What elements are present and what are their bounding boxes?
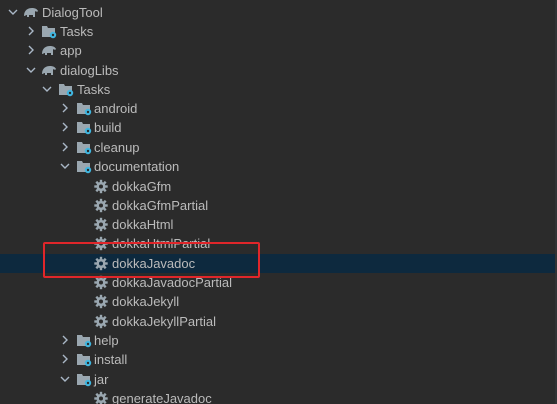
tree-row-dialoglibs[interactable]: dialogLibs <box>0 61 557 80</box>
tree-row-help[interactable]: help <box>0 331 557 350</box>
tree-row-label: dokkaJekyllPartial <box>112 314 217 329</box>
tasks-folder-icon <box>58 82 74 97</box>
tasks-folder-icon <box>41 24 57 39</box>
chevron-down-icon[interactable] <box>58 372 72 386</box>
chevron-right-icon[interactable] <box>58 140 72 154</box>
tree-row-jar[interactable]: jar <box>0 370 557 389</box>
tree-row-label: generateJavadoc <box>112 391 212 404</box>
tree-row-task-dokkahtmlpartial[interactable]: dokkaHtmlPartial <box>0 234 557 253</box>
tree-row-task-dokkajavadocpartial[interactable]: dokkaJavadocPartial <box>0 273 557 292</box>
tree-row-tasks[interactable]: Tasks <box>0 22 557 41</box>
gear-icon <box>93 294 109 309</box>
chevron-down-icon[interactable] <box>6 5 20 19</box>
tasks-folder-icon <box>76 352 92 367</box>
tree-row-label: jar <box>94 372 109 387</box>
chevron-right-icon[interactable] <box>58 352 72 366</box>
tree-row-label: dokkaJavadoc <box>112 256 196 271</box>
chevron-right-icon[interactable] <box>58 101 72 115</box>
tree-row-label: Tasks <box>77 82 111 97</box>
gear-icon <box>93 314 109 329</box>
tree-row-task-dokkajekyllpartial[interactable]: dokkaJekyllPartial <box>0 312 557 331</box>
tree-row-label: Tasks <box>60 24 94 39</box>
elephant-icon <box>23 5 39 20</box>
gear-icon <box>93 236 109 251</box>
tree-row-label: dokkaGfm <box>112 179 172 194</box>
tasks-folder-icon <box>76 372 92 387</box>
tree-row-documentation[interactable]: documentation <box>0 157 557 176</box>
gear-icon <box>93 198 109 213</box>
tree-row-label: dokkaJavadocPartial <box>112 275 232 290</box>
gradle-tasks-tree: DialogTool Tasks app dialogLibs Tasks an… <box>0 0 557 404</box>
elephant-icon <box>41 63 57 78</box>
tree-row-label: dokkaJekyll <box>112 294 180 309</box>
tree-row-label: install <box>94 352 128 367</box>
tree-row-android[interactable]: android <box>0 99 557 118</box>
tree-row-label: help <box>94 333 119 348</box>
tasks-folder-icon <box>76 120 92 135</box>
tasks-folder-icon <box>76 333 92 348</box>
gear-icon <box>93 179 109 194</box>
gear-icon <box>93 217 109 232</box>
chevron-down-icon[interactable] <box>40 82 54 96</box>
tree-row-label: documentation <box>94 159 180 174</box>
tree-row-cleanup[interactable]: cleanup <box>0 138 557 157</box>
chevron-down-icon[interactable] <box>24 63 38 77</box>
tasks-folder-icon <box>76 159 92 174</box>
tree-row-label: dokkaGfmPartial <box>112 198 209 213</box>
tree-row-task-dokkajavadoc[interactable]: dokkaJavadoc <box>0 254 557 273</box>
tree-row-label: DialogTool <box>42 5 103 20</box>
tree-row-task-generatejavadoc[interactable]: generateJavadoc <box>0 389 557 404</box>
tree-row-dialoglibs-tasks[interactable]: Tasks <box>0 80 557 99</box>
chevron-right-icon[interactable] <box>58 120 72 134</box>
tree-row-task-dokkagfmpartial[interactable]: dokkaGfmPartial <box>0 196 557 215</box>
tree-row-task-dokkahtml[interactable]: dokkaHtml <box>0 215 557 234</box>
tasks-folder-icon <box>76 140 92 155</box>
tree-row-label: dokkaHtmlPartial <box>112 236 211 251</box>
chevron-right-icon[interactable] <box>24 43 38 57</box>
tree-row-label: app <box>60 43 82 58</box>
tree-row-label: build <box>94 120 122 135</box>
tree-row-install[interactable]: install <box>0 350 557 369</box>
tree-row-build[interactable]: build <box>0 118 557 137</box>
tasks-folder-icon <box>76 101 92 116</box>
chevron-right-icon[interactable] <box>58 333 72 347</box>
tree-row-label: dokkaHtml <box>112 217 174 232</box>
gear-icon <box>93 391 109 404</box>
tree-row-label: dialogLibs <box>60 63 119 78</box>
chevron-down-icon[interactable] <box>58 159 72 173</box>
tree-row-task-dokkagfm[interactable]: dokkaGfm <box>0 177 557 196</box>
tree-row-dialogtool[interactable]: DialogTool <box>0 3 557 22</box>
tree-row-task-dokkajekyll[interactable]: dokkaJekyll <box>0 292 557 311</box>
gear-icon <box>93 256 109 271</box>
gear-icon <box>93 275 109 290</box>
tree-row-label: cleanup <box>94 140 140 155</box>
chevron-right-icon[interactable] <box>24 24 38 38</box>
tree-row-label: android <box>94 101 138 116</box>
elephant-icon <box>41 43 57 58</box>
tree-row-app[interactable]: app <box>0 41 557 60</box>
